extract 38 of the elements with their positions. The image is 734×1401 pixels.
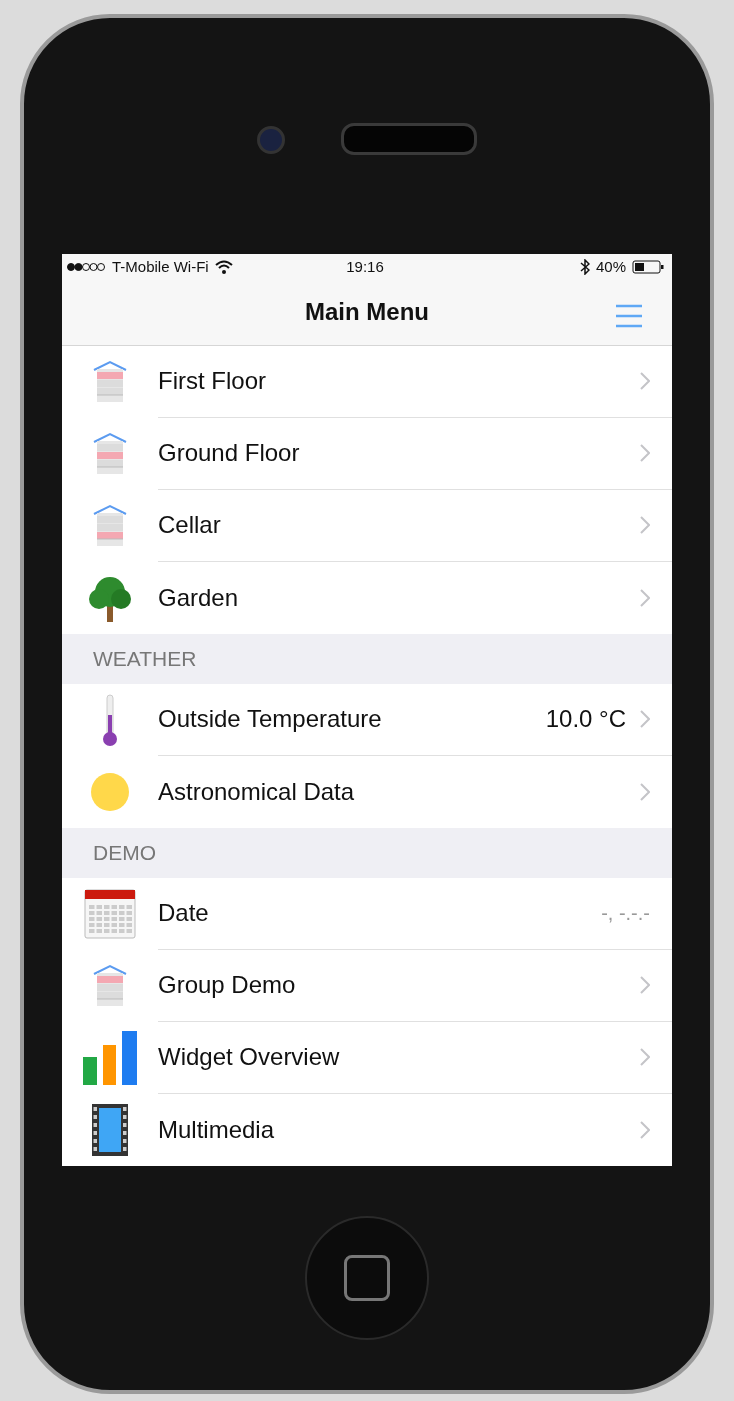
signal-icon: [66, 261, 106, 272]
menu-row[interactable]: Multimedia: [62, 1094, 672, 1166]
row-value: -, -.-.-: [601, 902, 650, 925]
row-label: Astronomical Data: [158, 777, 356, 806]
row-label: Date: [158, 899, 210, 928]
menu-row[interactable]: Outside Temperature 10.0 °C: [62, 683, 672, 756]
camera: [257, 126, 285, 154]
sun-icon: [90, 771, 130, 812]
row-label: First Floor: [158, 367, 267, 396]
screen-title: Main Menu: [305, 298, 429, 327]
wifi-icon: [214, 259, 233, 274]
menu-row[interactable]: Group Demo: [62, 950, 672, 1022]
calendar-icon: [84, 889, 136, 939]
bar-chart-icon: [83, 1031, 137, 1085]
bluetooth-icon: [579, 258, 590, 275]
battery-icon: [632, 259, 664, 274]
row-value: 10.0 °C: [545, 705, 626, 734]
row-label: Group Demo: [158, 971, 297, 1000]
menu-row[interactable]: First Floor: [62, 345, 672, 418]
row-label: Ground Floor: [158, 439, 301, 468]
thermometer-icon: [100, 692, 120, 747]
row-label: Garden: [158, 583, 240, 612]
row-label: Cellar: [158, 511, 222, 540]
film-strip-icon: [92, 1104, 128, 1156]
row-label: Outside Temperature: [158, 705, 383, 734]
menu-row[interactable]: Garden: [62, 561, 672, 634]
menu-row[interactable]: Ground Floor: [62, 417, 672, 490]
row-label: Multimedia: [158, 1116, 276, 1144]
battery-percentage: 40%: [595, 258, 626, 276]
clock-time: 19:16: [346, 258, 384, 276]
row-label: Widget Overview: [158, 1043, 341, 1072]
section-header: WEATHER: [93, 646, 197, 671]
menu-row[interactable]: Cellar: [62, 489, 672, 562]
menu-row[interactable]: Date -, -.-.-: [62, 878, 672, 950]
section-header: DEMO: [93, 840, 156, 865]
menu-row[interactable]: Widget Overview: [62, 1022, 672, 1094]
menu-row[interactable]: Astronomical Data: [62, 755, 672, 828]
carrier-name: T-Mobile Wi-Fi: [112, 258, 209, 276]
